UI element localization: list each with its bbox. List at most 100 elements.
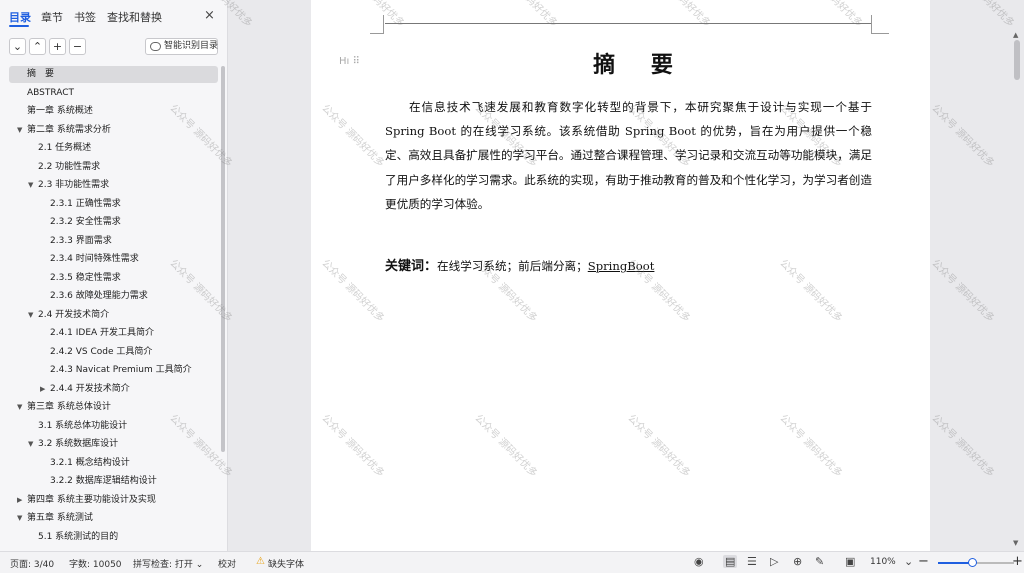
toc-item-label: 2.3.5 稳定性需求 [50,272,121,283]
toc-item[interactable]: 2.2 功能性需求 [38,159,100,176]
fit-page-icon[interactable]: ▣ [845,555,855,568]
toc-item[interactable]: 2.4.1 IDEA 开发工具简介 [50,325,154,342]
toc-item[interactable]: 2.4.4 开发技术简介 [50,381,130,398]
toc-item-label: 3.1 系统总体功能设计 [38,420,128,431]
toc-item[interactable]: 2.3 非功能性需求 [38,177,109,194]
warning-icon: ⚠ [256,556,265,567]
word-count[interactable]: 字数: 10050 [69,557,122,570]
toc-item-label: 第一章 系统概述 [27,106,93,116]
toc-item-label: 2.3.6 故障处理能力需求 [50,291,148,301]
abstract-paragraph[interactable]: 在信息技术飞速发展和教育数字化转型的背景下，本研究聚焦于设计与实现一个基于Spr… [385,95,872,216]
toc-item[interactable]: 2.3.5 稳定性需求 [50,270,121,287]
toc-item-label: 2.2 功能性需求 [38,161,101,172]
web-view-icon[interactable]: ⊕ [793,555,802,568]
zoom-slider-knob[interactable] [968,558,978,567]
toc-item[interactable]: 2.3.4 时间特殊性需求 [50,251,139,268]
crop-mark [370,33,384,34]
toc-item[interactable]: 3.2.2 数据库逻辑结构设计 [50,473,157,490]
toc-item[interactable]: 第五章 系统测试 [27,510,93,527]
toc-item[interactable]: 2.4.3 Navicat Premium 工具简介 [50,362,192,379]
expanded-arrow-icon[interactable]: ▼ [17,510,22,527]
toc-item-label: 摘 要 [27,69,55,79]
smart-toc-label: 智能识别目录 [164,41,219,51]
toc-item[interactable]: 3.2 系统数据库设计 [38,436,118,453]
proofread-button[interactable]: 校对 [218,557,236,570]
zoom-out-icon[interactable]: − [918,554,929,569]
tab-bookmarks[interactable]: 书签 [74,9,96,25]
spell-check-toggle[interactable]: 拼写检查: 打开 ⌄ [133,557,203,570]
toc-item-label: 2.4 开发技术简介 [38,309,110,320]
collapse-all-button[interactable]: ⌄ [9,38,26,55]
active-tab-indicator [9,25,29,27]
outline-view-icon[interactable]: ☰ [747,555,757,568]
page-indicator[interactable]: 页面: 3/40 [10,557,54,570]
status-bar: 页面: 3/40 字数: 10050 拼写检查: 打开 ⌄ 校对 ⚠ 缺失字体 … [0,551,1024,573]
zoom-in-icon[interactable]: + [1012,554,1023,569]
page-title: 摘 要 [593,52,687,78]
close-icon[interactable]: × [204,8,215,23]
tab-toc[interactable]: 目录 [9,9,31,25]
toc-item-label: 5.1 系统测试的目的 [38,531,119,542]
zoom-slider[interactable] [938,558,1014,567]
remove-entry-button[interactable]: − [69,38,86,55]
smart-toc-button[interactable]: 智能识别目录 [145,38,218,55]
add-entry-button[interactable]: + [49,38,66,55]
navigation-panel: 目录 章节 书签 查找和替换 × ⌄ ⌃ + − 智能识别目录 摘 要 ABSTR… [0,0,228,551]
toc-item[interactable]: 第四章 系统主要功能设计及实现 [27,492,156,509]
toc-scrollbar[interactable] [221,66,225,452]
toc-item-label: 2.4.1 IDEA 开发工具简介 [50,328,155,338]
toc-item-label: 2.3.1 正确性需求 [50,198,121,209]
toc-item[interactable]: 2.1 任务概述 [38,140,91,157]
toc-item[interactable]: 3.1 系统总体功能设计 [38,418,127,435]
toc-item[interactable]: 2.3.3 界面需求 [50,233,112,250]
toc-item[interactable]: 3.2.1 概念结构设计 [50,455,130,472]
play-icon[interactable]: ▷ [770,555,778,568]
toc-item-label: 2.1 任务概述 [38,143,92,153]
zoom-level[interactable]: 110% [870,557,896,567]
toc-item[interactable]: 2.3.2 安全性需求 [50,214,121,231]
expanded-arrow-icon[interactable]: ▼ [17,122,22,139]
toc-item[interactable]: 第一章 系统概述 [27,103,93,120]
nav-tabs: 目录 章节 书签 查找和替换 × [0,0,228,34]
scroll-down-icon[interactable]: ▼ [1013,539,1018,547]
missing-font-button[interactable]: 缺失字体 [268,557,304,570]
toc-item[interactable]: 2.3.1 正确性需求 [50,196,121,213]
toc-item-label: ABSTRACT [27,87,75,98]
page-view-icon[interactable]: ▤ [723,555,738,568]
crop-mark [871,15,872,33]
toc-item-label: 2.4.4 开发技术简介 [50,383,130,394]
toc-item[interactable]: 2.4.2 VS Code 工具简介 [50,344,152,361]
document-page [311,0,930,551]
expand-level-button[interactable]: ⌃ [29,38,46,55]
toc-item[interactable]: 第二章 系统需求分析 [27,122,111,139]
expanded-arrow-icon[interactable]: ▼ [28,436,33,453]
keywords-last: SpringBoot [587,259,655,273]
toc-item-label: 2.3 非功能性需求 [38,180,110,190]
keywords-label: 关键词： [385,259,438,274]
toc-item[interactable]: 2.3.6 故障处理能力需求 [50,288,148,305]
tab-chapters[interactable]: 章节 [41,9,63,25]
eye-icon[interactable]: ◉ [694,555,704,568]
expanded-arrow-icon[interactable]: ▼ [28,177,33,194]
zoom-dropdown-icon[interactable]: ⌄ [904,555,913,568]
toc-item-label: 2.3.3 界面需求 [50,235,112,246]
expanded-arrow-icon[interactable]: ▼ [17,399,22,416]
toc-item[interactable]: 2.4 开发技术简介 [38,307,109,324]
toc-item[interactable]: 摘 要 [9,66,218,83]
keywords-line[interactable]: 关键词：在线学习系统；前后端分离；SpringBoot [385,255,654,274]
collapsed-arrow-icon[interactable]: ▶ [17,492,22,509]
toc-item-label: 2.3.2 安全性需求 [50,217,121,227]
toc-item[interactable]: ABSTRACT [27,85,74,102]
document-scrollbar[interactable] [1014,40,1020,80]
toc-item-label: 第五章 系统测试 [27,513,93,523]
page-header-line [385,23,871,24]
collapsed-arrow-icon[interactable]: ▶ [40,381,45,398]
expanded-arrow-icon[interactable]: ▼ [28,307,33,324]
zoom-slider-fill [938,562,973,564]
toc-item[interactable]: 第三章 系统总体设计 [27,399,111,416]
tab-find-replace[interactable]: 查找和替换 [107,9,162,25]
pen-icon[interactable]: ✎ [815,555,824,568]
toc-item[interactable]: 5.1 系统测试的目的 [38,529,118,546]
scroll-up-icon[interactable]: ▲ [1013,31,1018,39]
crop-mark [383,15,384,33]
